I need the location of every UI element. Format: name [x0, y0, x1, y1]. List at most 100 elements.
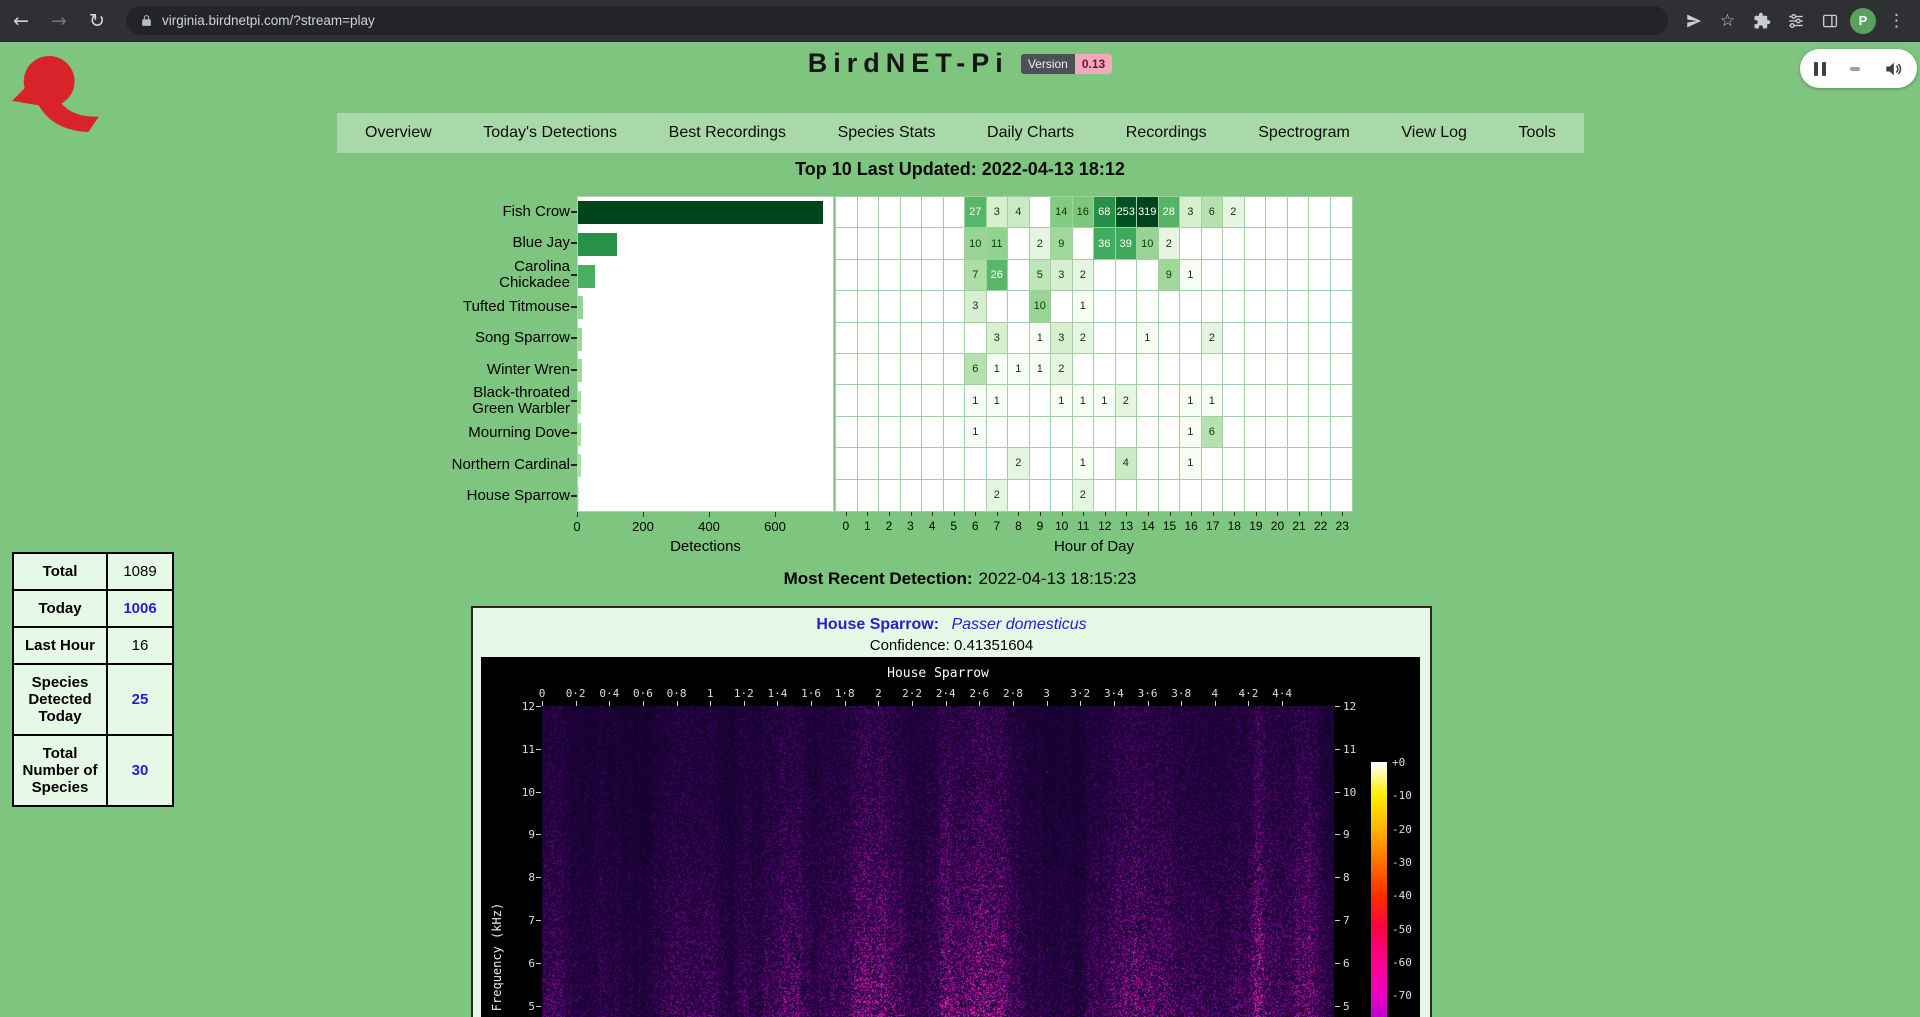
heatmap-cell: [1116, 260, 1138, 291]
heatmap-cell: [944, 228, 966, 259]
recent-detection: Most Recent Detection:2022-04-13 18:15:2…: [0, 569, 1920, 589]
tune-icon[interactable]: [1782, 7, 1809, 34]
nav-item-recordings[interactable]: Recordings: [1126, 124, 1207, 142]
heatmap-cell: [1137, 260, 1159, 291]
axis-tick: [536, 920, 541, 921]
heatmap-cell: [1331, 354, 1353, 385]
spectrogram-colorbar: [1371, 762, 1387, 1017]
heatmap-cell: [1266, 291, 1288, 322]
page-title: BirdNET-Pi: [808, 48, 1009, 79]
heatmap-cell: [858, 260, 880, 291]
heatmap-cell: [1266, 448, 1288, 479]
nav-item-tools[interactable]: Tools: [1519, 124, 1556, 142]
time-tick-label: 0·6: [626, 687, 660, 699]
heatmap-cell: 2: [1073, 323, 1095, 354]
heatmap-cell: 5: [1030, 260, 1052, 291]
stats-value[interactable]: 25: [107, 664, 173, 735]
heatmap-cell: [879, 291, 901, 322]
heatmap-cell: 2: [987, 480, 1009, 511]
heatmap-cell: [836, 480, 858, 511]
heatmap-cell: 2: [1159, 228, 1181, 259]
heatmap-cell: 39: [1116, 228, 1138, 259]
stats-table: Total1089Today1006Last Hour16Species Det…: [12, 552, 174, 807]
axis-tick: [1234, 512, 1235, 516]
heatmap-cell: [922, 323, 944, 354]
nav-item-spectrogram[interactable]: Spectrogram: [1258, 124, 1350, 142]
heatmap-cell: [1288, 480, 1310, 511]
nav-item-today-s-detections[interactable]: Today's Detections: [483, 124, 617, 142]
side-panel-icon[interactable]: [1816, 7, 1843, 34]
scientific-name-link[interactable]: Passer domesticus: [951, 616, 1086, 633]
heatmap-cell: 3: [987, 197, 1009, 228]
db-tick-label: -30: [1392, 856, 1432, 868]
axis-tick: [1013, 701, 1014, 706]
heatmap-cell: [1223, 354, 1245, 385]
heatmap-cell: [944, 197, 966, 228]
axis-tick: [571, 274, 577, 276]
freq-tick-label: 12: [1343, 700, 1381, 712]
extensions-icon[interactable]: [1748, 7, 1775, 34]
heatmap-axis-label: Hour of Day: [835, 538, 1353, 555]
bookmark-star-icon[interactable]: ☆: [1714, 7, 1741, 34]
heatmap-cell: 28: [1159, 197, 1181, 228]
bar: [578, 328, 582, 351]
axis-tick: [571, 369, 577, 371]
heatmap-cell: 3: [1051, 323, 1073, 354]
nav-item-overview[interactable]: Overview: [365, 124, 432, 142]
forward-button[interactable]: →: [42, 4, 76, 38]
heatmap-cell: 1: [1180, 385, 1202, 416]
axis-tick: [571, 400, 577, 402]
heatmap-cell: [858, 323, 880, 354]
axis-tick: [1335, 834, 1340, 835]
species-link[interactable]: House Sparrow:: [816, 616, 939, 633]
heatmap-cell: [1266, 354, 1288, 385]
heatmap-cell: [1137, 448, 1159, 479]
time-tick-label: 2: [861, 687, 895, 699]
axis-tick: [1126, 512, 1127, 516]
heatmap-cell: [1137, 417, 1159, 448]
send-icon[interactable]: [1680, 7, 1707, 34]
freq-tick-label: 5: [497, 1000, 535, 1012]
menu-icon[interactable]: ⋮: [1883, 7, 1910, 34]
heatmap-cell: [922, 417, 944, 448]
back-button[interactable]: ←: [4, 4, 38, 38]
heatmap-cell: [1094, 354, 1116, 385]
nav-item-daily-charts[interactable]: Daily Charts: [987, 124, 1074, 142]
heatmap-cell: [1309, 291, 1331, 322]
axis-tick-label: 600: [753, 519, 797, 535]
axis-tick: [571, 306, 577, 308]
db-tick-label: -60: [1392, 956, 1432, 968]
stats-value[interactable]: 1006: [107, 590, 173, 627]
heatmap-cell: [1309, 228, 1331, 259]
heatmap-cell: [1309, 323, 1331, 354]
heatmap-cell: [1309, 448, 1331, 479]
stats-value[interactable]: 30: [107, 735, 173, 806]
axis-tick: [536, 877, 541, 878]
heatmap-cell: [858, 291, 880, 322]
heatmap-cell: [944, 291, 966, 322]
heatmap-cell: [901, 260, 923, 291]
nav-item-species-stats[interactable]: Species Stats: [838, 124, 936, 142]
hour-tick-label: 9: [1029, 519, 1051, 533]
heatmap-cell: 2: [1073, 480, 1095, 511]
heatmap-cell: [922, 197, 944, 228]
address-bar[interactable]: virginia.birdnetpi.com/?stream=play: [126, 6, 1668, 35]
axis-tick: [1321, 512, 1322, 516]
heatmap-cell: [1137, 354, 1159, 385]
heatmap-cell: 11: [987, 228, 1009, 259]
heatmap-cell: [1266, 228, 1288, 259]
heatmap-cell: [858, 448, 880, 479]
profile-avatar[interactable]: P: [1850, 8, 1876, 34]
axis-tick: [542, 701, 543, 706]
heatmap-cell: [1008, 417, 1030, 448]
axis-tick: [1215, 701, 1216, 706]
main-nav: Overview Today's Detections Best Recording…: [337, 113, 1584, 153]
heatmap-cell: [1223, 385, 1245, 416]
nav-item-view-log[interactable]: View Log: [1401, 124, 1467, 142]
nav-item-best-recordings[interactable]: Best Recordings: [669, 124, 786, 142]
bar: [578, 201, 823, 224]
db-tick-label: -20: [1392, 823, 1432, 835]
heatmap-cell: [1266, 260, 1288, 291]
reload-button[interactable]: ↻: [80, 4, 114, 38]
heatmap-cell: [1266, 417, 1288, 448]
